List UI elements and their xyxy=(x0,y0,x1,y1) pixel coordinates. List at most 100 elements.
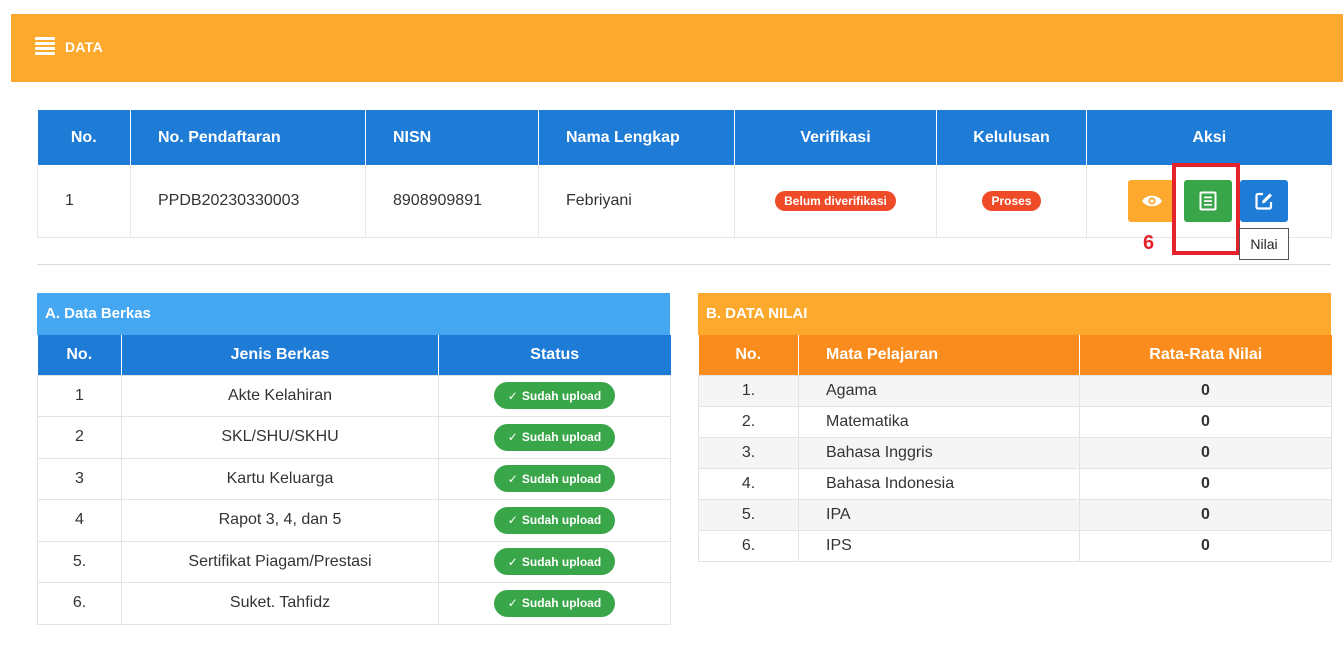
cell-nilai: 0 xyxy=(1079,467,1332,500)
table-header-row: No. No. Pendaftaran NISN Nama Lengkap Ve… xyxy=(37,110,1332,165)
cell-no: 6. xyxy=(698,529,799,562)
cell-jenis-berkas: Rapot 3, 4, dan 5 xyxy=(121,499,439,542)
col-header-status: Status xyxy=(438,335,671,375)
cell-jenis-berkas: Suket. Tahfidz xyxy=(121,582,439,625)
data-nilai-table: No. Mata Pelajaran Rata-Rata Nilai 1. Ag… xyxy=(698,335,1332,562)
data-berkas-title: A. Data Berkas xyxy=(37,293,670,335)
cell-nilai: 0 xyxy=(1079,374,1332,407)
table-row: 6. IPS 0 xyxy=(698,529,1332,562)
edit-button[interactable] xyxy=(1240,180,1288,222)
data-berkas-table: No. Jenis Berkas Status 1 Akte Kelahiran… xyxy=(37,335,671,625)
page-title: DATA xyxy=(65,39,104,55)
check-icon: ✓ xyxy=(507,471,518,486)
verifikasi-badge: Belum diverifikasi xyxy=(775,190,896,211)
status-badge: ✓ Sudah upload xyxy=(493,423,616,451)
cell-no: 1 xyxy=(37,374,122,417)
status-badge: ✓ Sudah upload xyxy=(493,589,616,617)
eye-icon xyxy=(1142,195,1162,207)
table-header-row: No. Mata Pelajaran Rata-Rata Nilai xyxy=(698,335,1332,375)
status-text: Sudah upload xyxy=(521,554,602,569)
table-row: 2. Matematika 0 xyxy=(698,405,1332,438)
col-header-verifikasi: Verifikasi xyxy=(734,110,937,165)
cell-mata-pelajaran: Matematika xyxy=(798,405,1080,438)
edit-icon xyxy=(1255,192,1273,210)
check-icon: ✓ xyxy=(507,513,518,528)
nilai-tooltip: Nilai xyxy=(1239,228,1289,260)
status-text: Sudah upload xyxy=(521,388,602,403)
view-button[interactable] xyxy=(1128,180,1176,222)
kelulusan-badge: Proses xyxy=(982,190,1041,211)
check-icon: ✓ xyxy=(507,388,518,403)
section-divider xyxy=(37,264,1331,265)
table-row: 3 Kartu Keluarga ✓ Sudah upload xyxy=(37,457,671,500)
cell-no: 5. xyxy=(698,498,799,531)
cell-mata-pelajaran: Bahasa Indonesia xyxy=(798,467,1080,500)
table-row: 2 SKL/SHU/SKHU ✓ Sudah upload xyxy=(37,416,671,459)
highlight-box xyxy=(1172,163,1240,255)
table-header-row: No. Jenis Berkas Status xyxy=(37,335,671,375)
table-row: 1. Agama 0 xyxy=(698,374,1332,407)
cell-nisn: 8908909891 xyxy=(365,165,539,238)
cell-status: ✓ Sudah upload xyxy=(438,457,671,500)
table-row: 4. Bahasa Indonesia 0 xyxy=(698,467,1332,500)
cell-no-pendaftaran: PPDB20230330003 xyxy=(130,165,366,238)
cell-jenis-berkas: Sertifikat Piagam/Prestasi xyxy=(121,540,439,583)
cell-no: 1. xyxy=(698,374,799,407)
data-nilai-title: B. DATA NILAI xyxy=(698,293,1331,335)
col-header-no-pendaftaran: No. Pendaftaran xyxy=(130,110,366,165)
col-header-nisn: NISN xyxy=(365,110,539,165)
cell-kelulusan: Proses xyxy=(936,165,1087,238)
status-text: Sudah upload xyxy=(521,596,602,611)
col-header-aksi: Aksi xyxy=(1086,110,1332,165)
col-header-no: No. xyxy=(37,110,131,165)
cell-jenis-berkas: Akte Kelahiran xyxy=(121,374,439,417)
check-icon: ✓ xyxy=(507,430,518,445)
cell-nilai: 0 xyxy=(1079,498,1332,531)
table-row: 4 Rapot 3, 4, dan 5 ✓ Sudah upload xyxy=(37,499,671,542)
cell-mata-pelajaran: Agama xyxy=(798,374,1080,407)
status-text: Sudah upload xyxy=(521,430,602,445)
cell-no: 6. xyxy=(37,582,122,625)
cell-no: 3. xyxy=(698,436,799,469)
col-header-no: No. xyxy=(698,335,799,375)
cell-mata-pelajaran: Bahasa Inggris xyxy=(798,436,1080,469)
status-badge: ✓ Sudah upload xyxy=(493,506,616,534)
cell-nilai: 0 xyxy=(1079,405,1332,438)
col-header-jenis-berkas: Jenis Berkas xyxy=(121,335,439,375)
col-header-kelulusan: Kelulusan xyxy=(936,110,1087,165)
table-row: 5. Sertifikat Piagam/Prestasi ✓ Sudah upl… xyxy=(37,540,671,583)
table-row: 5. IPA 0 xyxy=(698,498,1332,531)
cell-status: ✓ Sudah upload xyxy=(438,582,671,625)
status-badge: ✓ Sudah upload xyxy=(493,548,616,576)
cell-no: 1 xyxy=(37,165,131,238)
cell-mata-pelajaran: IPA xyxy=(798,498,1080,531)
table-row: 1 Akte Kelahiran ✓ Sudah upload xyxy=(37,374,671,417)
cell-no: 3 xyxy=(37,457,122,500)
cell-verifikasi: Belum diverifikasi xyxy=(734,165,937,238)
col-header-nama: Nama Lengkap xyxy=(538,110,735,165)
status-text: Sudah upload xyxy=(521,513,602,528)
step-number-label: 6 xyxy=(1143,232,1155,254)
cell-no: 2 xyxy=(37,416,122,459)
cell-status: ✓ Sudah upload xyxy=(438,416,671,459)
list-icon xyxy=(35,37,55,55)
cell-status: ✓ Sudah upload xyxy=(438,540,671,583)
col-header-no: No. xyxy=(37,335,122,375)
check-icon: ✓ xyxy=(507,596,518,611)
cell-nilai: 0 xyxy=(1079,529,1332,562)
table-row: 3. Bahasa Inggris 0 xyxy=(698,436,1332,469)
cell-no: 4 xyxy=(37,499,122,542)
cell-jenis-berkas: Kartu Keluarga xyxy=(121,457,439,500)
cell-status: ✓ Sudah upload xyxy=(438,374,671,417)
cell-no: 5. xyxy=(37,540,122,583)
status-badge: ✓ Sudah upload xyxy=(493,382,616,410)
table-row: 6. Suket. Tahfidz ✓ Sudah upload xyxy=(37,582,671,625)
cell-status: ✓ Sudah upload xyxy=(438,499,671,542)
cell-nama: Febriyani xyxy=(538,165,735,238)
col-header-rata-rata: Rata-Rata Nilai xyxy=(1079,335,1332,375)
cell-jenis-berkas: SKL/SHU/SKHU xyxy=(121,416,439,459)
cell-nilai: 0 xyxy=(1079,436,1332,469)
cell-no: 2. xyxy=(698,405,799,438)
check-icon: ✓ xyxy=(507,554,518,569)
col-header-mata-pelajaran: Mata Pelajaran xyxy=(798,335,1080,375)
